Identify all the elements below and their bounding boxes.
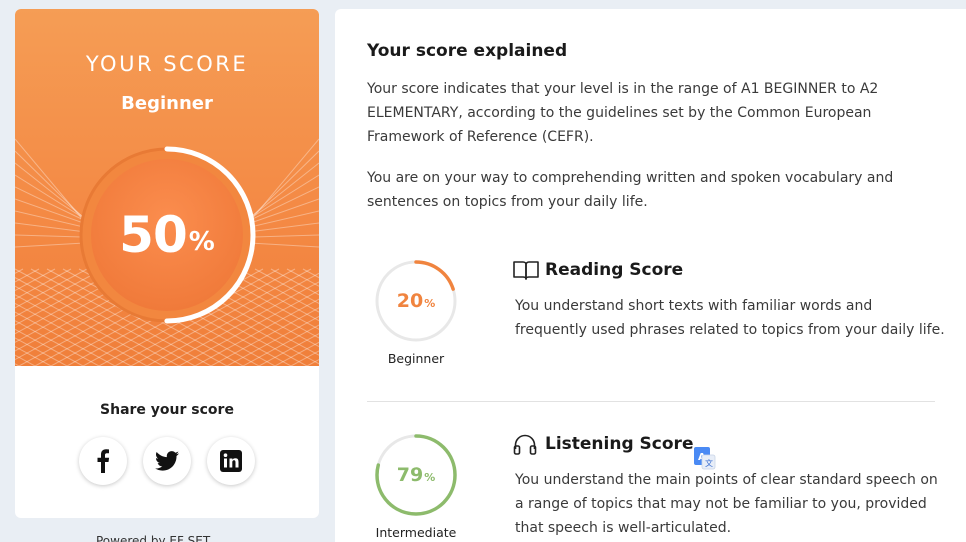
book-icon (513, 259, 539, 281)
svg-text:文: 文 (705, 458, 713, 468)
listening-score-value: 79% (375, 434, 457, 516)
listening-level: Intermediate (375, 525, 457, 540)
listening-title: Listening Score (545, 434, 694, 454)
reading-score-number: 20 (396, 290, 424, 312)
explained-paragraph-2: You are on your way to comprehending wri… (367, 170, 894, 210)
section-divider (367, 401, 935, 402)
overall-score-number: 50 (119, 206, 188, 264)
powered-by: Powered by EF SET (96, 534, 211, 542)
pattern-line (15, 363, 20, 366)
twitter-share-button[interactable] (143, 437, 191, 485)
listening-score-symbol: % (424, 471, 436, 484)
overall-level: Beginner (121, 93, 213, 114)
listening-heading: Listening Score (513, 433, 693, 455)
score-explanation-card: Your score explained Your score indicate… (335, 9, 966, 542)
pattern-line (15, 268, 24, 274)
reading-level: Beginner (387, 351, 445, 366)
your-score-heading: YOUR SCORE (85, 52, 249, 76)
reading-description: You understand short texts with familiar… (515, 298, 945, 338)
share-label: Share your score (100, 402, 234, 418)
pattern-line (15, 268, 56, 292)
listening-description: You understand the main points of clear … (515, 472, 938, 536)
reading-score-symbol: % (424, 297, 436, 310)
overall-score-symbol: % (188, 227, 215, 257)
listening-score-number: 79 (396, 464, 424, 486)
reading-score-value: 20% (375, 260, 457, 342)
translate-icon[interactable]: A 文 (694, 447, 716, 471)
twitter-icon (155, 451, 179, 471)
reading-title: Reading Score (545, 260, 684, 280)
explained-title: Your score explained (367, 41, 568, 61)
headphones-icon (513, 433, 539, 455)
facebook-share-button[interactable] (79, 437, 127, 485)
linkedin-share-button[interactable] (207, 437, 255, 485)
linkedin-icon (220, 450, 242, 472)
explained-paragraph-1: Your score indicates that your level is … (367, 81, 879, 145)
score-hero: YOUR SCORE Beginner 50% (15, 9, 319, 366)
reading-heading: Reading Score (513, 259, 683, 281)
overall-score-value: 50% (77, 145, 257, 325)
score-card: YOUR SCORE Beginner 50% Share your score (15, 9, 319, 518)
facebook-icon (97, 449, 110, 473)
